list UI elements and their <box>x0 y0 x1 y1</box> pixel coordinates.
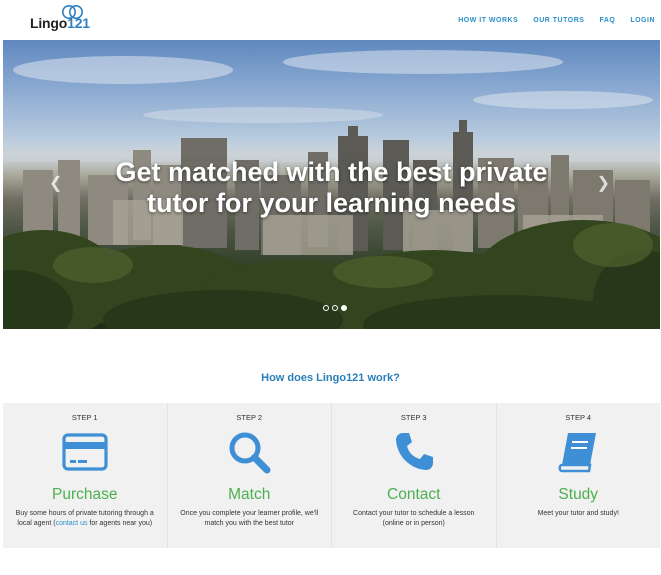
step-description: Meet your tutor and study! <box>537 510 619 517</box>
step-match: STEP 2 Match Once you complete your lear… <box>168 403 332 548</box>
brand-logo[interactable]: Lingo121 <box>30 4 90 36</box>
search-icon <box>229 432 271 474</box>
step-title: Contact <box>387 486 441 503</box>
step-label: STEP 1 <box>71 413 98 422</box>
step-label: STEP 3 <box>400 413 427 422</box>
contact-us-link[interactable]: contact us <box>56 520 88 527</box>
carousel-indicators <box>323 305 347 311</box>
phone-icon <box>395 433 433 470</box>
carousel-dot-1[interactable] <box>323 305 329 311</box>
step-label: STEP 4 <box>565 413 592 422</box>
top-navbar: Lingo121 HOW IT WORKS OUR TUTORS FAQ LOG… <box>0 0 661 40</box>
hero-headline: Get matched with the best private tutor … <box>115 157 548 218</box>
logo-wordmark: Lingo121 <box>30 15 90 31</box>
book-icon <box>558 433 597 473</box>
step-description: Once you complete your learner profile, … <box>180 510 319 527</box>
nav-how-it-works[interactable]: HOW IT WORKS <box>458 17 518 24</box>
step-purchase: STEP 1 Purchase Buy some hours of privat… <box>3 403 168 548</box>
step-contact: STEP 3 Contact Contact your tutor to sch… <box>332 403 497 548</box>
credit-card-icon <box>62 433 108 471</box>
step-title: Match <box>228 486 271 503</box>
hero-carousel: ❮ ❯ Get matched with the best private tu… <box>3 40 660 329</box>
step-title: Purchase <box>52 486 118 503</box>
step-study: STEP 4 Study Meet your tutor and study! <box>497 403 661 548</box>
step-description: Contact your tutor to schedule a lesson … <box>353 510 475 527</box>
step-title: Study <box>558 486 599 503</box>
main-nav: HOW IT WORKS OUR TUTORS FAQ LOGIN <box>443 17 655 24</box>
step-label: STEP 2 <box>236 413 263 422</box>
nav-login[interactable]: LOGIN <box>630 17 655 24</box>
carousel-dot-2[interactable] <box>332 305 338 311</box>
nav-our-tutors[interactable]: OUR TUTORS <box>533 17 584 24</box>
carousel-dot-3[interactable] <box>341 305 347 311</box>
nav-faq[interactable]: FAQ <box>599 17 615 24</box>
step-description: Buy some hours of private tutoring throu… <box>15 510 154 527</box>
how-it-works-title: How does Lingo121 work? <box>261 372 400 384</box>
steps-panel: STEP 1 Purchase Buy some hours of privat… <box>3 403 660 548</box>
